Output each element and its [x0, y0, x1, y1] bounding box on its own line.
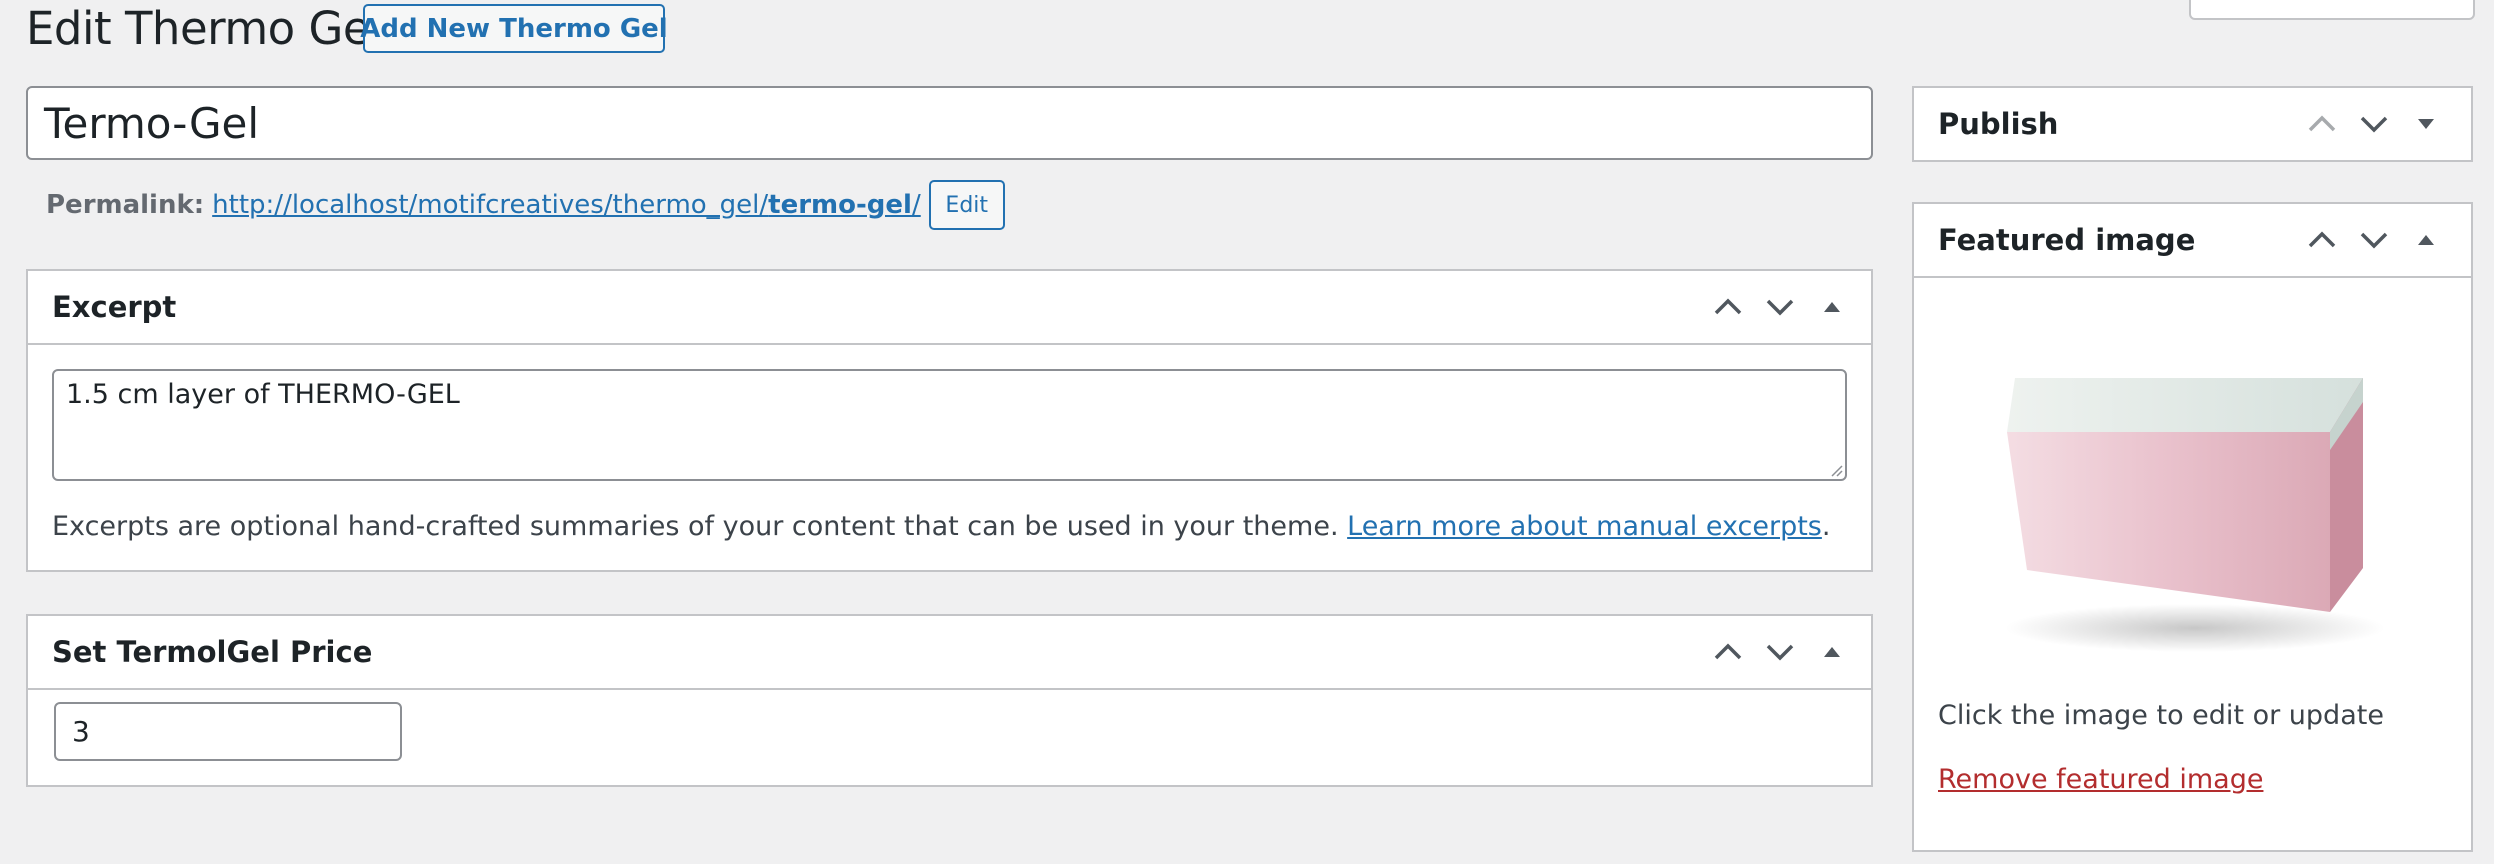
permalink-base: http://localhost/motifcreatives/thermo_g… [212, 190, 769, 220]
featured-image-thumbnail[interactable] [1985, 370, 2385, 660]
excerpt-help-text: Excerpts are optional hand-crafted summa… [52, 505, 1830, 549]
permalink-slug: termo-gel [768, 190, 912, 220]
featured-image-box-title: Featured image [1938, 223, 2196, 257]
move-up-button[interactable] [2296, 204, 2348, 276]
triangle-toggle-icon [2418, 235, 2434, 245]
excerpt-help-end: . [1821, 511, 1831, 542]
move-down-button[interactable] [1754, 616, 1806, 688]
move-up-button[interactable] [1702, 271, 1754, 343]
publish-box-header: Publish [1914, 88, 2471, 162]
permalink-label: Permalink: [46, 190, 205, 220]
move-down-button[interactable] [2348, 88, 2400, 160]
excerpt-box-title: Excerpt [52, 290, 177, 324]
chevron-up-icon [1714, 298, 1742, 315]
move-up-button[interactable] [1702, 616, 1754, 688]
chevron-down-icon [1766, 644, 1794, 661]
toggle-panel-button[interactable] [1806, 271, 1858, 343]
featured-image-box-header: Featured image [1914, 204, 2471, 278]
permalink-trailing: / [911, 190, 921, 220]
screen-options-button[interactable] [2189, 0, 2475, 20]
resize-handle-icon[interactable] [1829, 463, 1843, 477]
publish-box: Publish [1912, 86, 2473, 162]
price-box: Set TermolGel Price [26, 614, 1873, 787]
featured-image-caption: Click the image to edit or update [1938, 700, 2384, 731]
permalink-edit-button[interactable]: Edit [928, 180, 1005, 230]
chevron-down-icon [2360, 232, 2388, 249]
toggle-panel-button[interactable] [2400, 88, 2452, 160]
excerpt-text: 1.5 cm layer of THERMO-GEL [66, 379, 460, 410]
publish-box-title: Publish [1938, 107, 2059, 141]
toggle-panel-button[interactable] [1806, 616, 1858, 688]
excerpt-help-sentence: Excerpts are optional hand-crafted summa… [52, 511, 1339, 542]
permalink-row: Permalink: http://localhost/motifcreativ… [46, 180, 1005, 230]
triangle-toggle-icon [1824, 302, 1840, 312]
chevron-up-icon [2308, 231, 2336, 248]
chevron-up-icon [2308, 115, 2336, 132]
add-new-button[interactable]: Add New Thermo Gel [360, 4, 668, 53]
permalink-link[interactable]: http://localhost/motifcreatives/thermo_g… [212, 190, 921, 220]
move-up-button[interactable] [2296, 88, 2348, 160]
chevron-down-icon [2360, 116, 2388, 133]
move-down-button[interactable] [2348, 204, 2400, 276]
price-box-title: Set TermolGel Price [52, 635, 373, 669]
excerpt-box-header: Excerpt [28, 271, 1871, 345]
chevron-down-icon [1766, 299, 1794, 316]
triangle-down-toggle-icon [2418, 119, 2434, 129]
triangle-toggle-icon [1824, 647, 1840, 657]
chevron-up-icon [1714, 643, 1742, 660]
move-down-button[interactable] [1754, 271, 1806, 343]
learn-more-excerpts-link[interactable]: Learn more about manual excerpts [1347, 511, 1822, 542]
page-title: Edit Thermo Gel [26, 2, 383, 55]
toggle-panel-button[interactable] [2400, 204, 2452, 276]
post-title-input[interactable]: Termo-Gel [26, 86, 1873, 160]
excerpt-textarea[interactable]: 1.5 cm layer of THERMO-GEL [52, 369, 1847, 481]
price-input[interactable]: 3 [54, 702, 402, 761]
foam-block-image [2005, 378, 2385, 652]
remove-featured-image-link[interactable]: Remove featured image [1938, 758, 2263, 802]
price-box-header: Set TermolGel Price [28, 616, 1871, 690]
